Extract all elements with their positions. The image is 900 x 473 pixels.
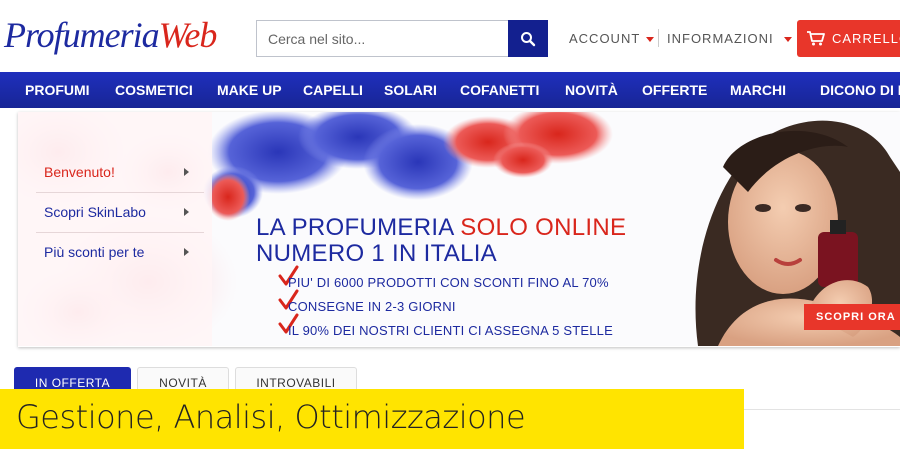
- banner-bullet-text: IL 90% DEI NOSTRI CLIENTI CI ASSEGNA 5 S…: [288, 322, 613, 338]
- logo-text-web: Web: [158, 15, 218, 55]
- banner-headline-part1: LA PROFUMERIA: [256, 214, 461, 241]
- banner-bullet: IL 90% DEI NOSTRI CLIENTI CI ASSEGNA 5 S…: [280, 320, 613, 340]
- cart-button[interactable]: CARRELLO: [797, 20, 900, 57]
- search-input[interactable]: [256, 20, 508, 57]
- side-menu-item-benvenuto[interactable]: Benvenuto!: [44, 164, 115, 180]
- banner-bullet-text: PIU' DI 6000 PRODOTTI CON SCONTI FINO AL…: [288, 274, 609, 290]
- caption-banner: Gestione, Analisi, Ottimizzazione: [0, 389, 744, 449]
- account-menu[interactable]: ACCOUNT: [569, 31, 655, 46]
- chevron-down-icon: [783, 37, 792, 43]
- banner-subheadline: NUMERO 1 IN ITALIA: [256, 240, 497, 267]
- divider: [36, 192, 204, 193]
- side-menu-label: Più sconti per te: [44, 244, 145, 260]
- nav-item-dicono-di-noi[interactable]: DICONO DI N: [820, 72, 900, 108]
- logo-text-profumeria: Profumeria: [4, 15, 160, 55]
- nav-item-cofanetti[interactable]: COFANETTI: [460, 72, 539, 108]
- nav-item-profumi[interactable]: PROFUMI: [25, 72, 90, 108]
- search-button[interactable]: [508, 20, 548, 57]
- chevron-right-icon: [184, 208, 189, 216]
- info-menu[interactable]: INFORMAZIONI: [667, 31, 792, 46]
- nav-item-offerte[interactable]: OFFERTE: [642, 72, 707, 108]
- banner-headline-part2: SOLO ONLINE: [460, 214, 627, 241]
- cart-icon: [807, 31, 825, 46]
- divider: [36, 232, 204, 233]
- banner-side-menu: Benvenuto! Scopri SkinLabo Più sconti pe…: [18, 112, 212, 346]
- search-bar: [256, 20, 548, 57]
- search-icon: [521, 31, 536, 46]
- chevron-right-icon: [184, 248, 189, 256]
- nav-item-cosmetici[interactable]: COSMETICI: [115, 72, 193, 108]
- nav-item-capelli[interactable]: CAPELLI: [303, 72, 363, 108]
- scopri-ora-button[interactable]: SCOPRI ORA: [804, 304, 900, 330]
- chevron-down-icon: [646, 37, 655, 43]
- banner-bullet: PIU' DI 6000 PRODOTTI CON SCONTI FINO AL…: [280, 272, 609, 292]
- banner-bullet-text: CONSEGNE IN 2-3 GIORNI: [288, 298, 456, 314]
- banner-bullet: CONSEGNE IN 2-3 GIORNI: [280, 296, 456, 316]
- banner-headline: LA PROFUMERIA SOLO ONLINE: [256, 214, 626, 242]
- side-menu-label: Scopri SkinLabo: [44, 204, 146, 220]
- cart-label: CARRELLO: [832, 31, 900, 46]
- nav-item-novita[interactable]: NOVITÀ: [565, 72, 618, 108]
- side-menu-item-skinlabo[interactable]: Scopri SkinLabo: [44, 204, 146, 220]
- account-label: ACCOUNT: [569, 31, 641, 46]
- caption-text: Gestione, Analisi, Ottimizzazione: [16, 398, 526, 436]
- site-header: ProfumeriaWeb ACCOUNT INFORMAZIONI CARRE…: [0, 0, 900, 72]
- main-nav: PROFUMI COSMETICI MAKE UP CAPELLI SOLARI…: [0, 72, 900, 108]
- side-menu-label: Benvenuto!: [44, 164, 115, 180]
- chevron-right-icon: [184, 168, 189, 176]
- nav-item-marchi[interactable]: MARCHI: [730, 72, 786, 108]
- site-logo[interactable]: ProfumeriaWeb: [4, 14, 218, 56]
- info-label: INFORMAZIONI: [667, 31, 774, 46]
- nav-item-solari[interactable]: SOLARI: [384, 72, 437, 108]
- nav-item-make-up[interactable]: MAKE UP: [217, 72, 282, 108]
- header-divider: [658, 29, 659, 47]
- side-menu-item-piu-sconti[interactable]: Più sconti per te: [44, 244, 144, 260]
